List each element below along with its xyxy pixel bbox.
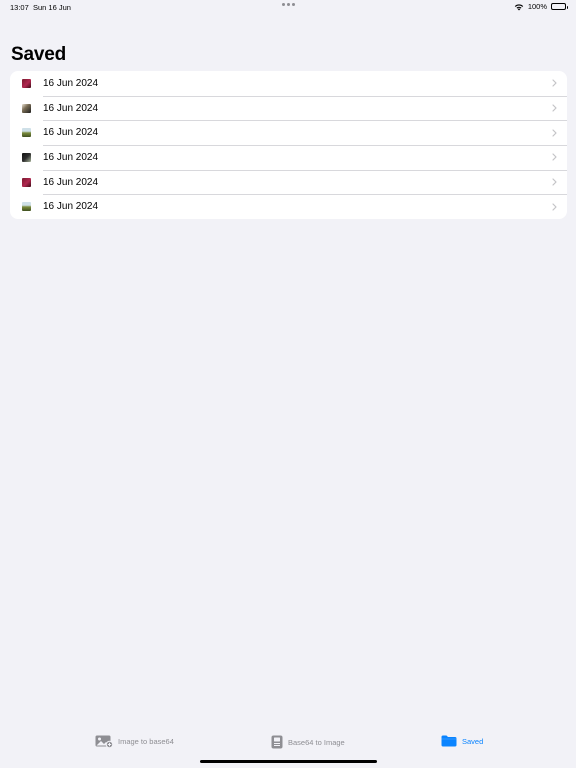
- chevron-right-icon: [548, 129, 560, 137]
- tab-image-to-base64[interactable]: Image to base64: [95, 735, 174, 748]
- status-date: Sun 16 Jun: [33, 3, 71, 12]
- status-time: 13:07: [10, 3, 29, 12]
- image-thumbnail: [22, 202, 31, 212]
- chevron-right-icon: [548, 104, 560, 112]
- image-thumbnail: [22, 78, 31, 88]
- image-thumbnail: [22, 152, 31, 162]
- chevron-right-icon: [548, 203, 560, 211]
- tab-label: Saved: [462, 736, 484, 746]
- list-item-label: 16 Jun 2024: [43, 151, 99, 163]
- image-thumbnail: [22, 103, 31, 113]
- image-thumbnail: [22, 128, 31, 138]
- battery-icon: [551, 3, 568, 10]
- folder-icon: [441, 735, 457, 747]
- status-indicators: 100%: [514, 2, 568, 11]
- list-item[interactable]: 16 Jun 2024: [10, 169, 567, 195]
- home-indicator[interactable]: [200, 760, 377, 763]
- list-item-label: 16 Jun 2024: [43, 127, 99, 139]
- image-thumbnail: [22, 177, 31, 187]
- tab-label: Image to base64: [118, 737, 174, 746]
- chevron-right-icon: [548, 79, 560, 87]
- list-item[interactable]: 16 Jun 2024: [10, 145, 567, 170]
- list-item-label: 16 Jun 2024: [43, 102, 99, 114]
- list-item-label: 16 Jun 2024: [43, 77, 99, 89]
- tab-saved[interactable]: Saved: [441, 735, 483, 747]
- document-icon: [271, 735, 283, 749]
- multitasking-dots-icon[interactable]: [282, 3, 295, 6]
- list-item[interactable]: 16 Jun 2024: [10, 71, 567, 96]
- saved-list: 16 Jun 2024 16 Jun 2024 16 Jun 2024 16 J…: [10, 71, 567, 220]
- tab-label: Base64 to Image: [288, 737, 345, 747]
- chevron-right-icon: [548, 178, 560, 186]
- chevron-right-icon: [548, 153, 560, 162]
- wifi-icon: [514, 3, 524, 11]
- page-title: Saved: [11, 44, 66, 65]
- list-item[interactable]: 16 Jun 2024: [10, 95, 567, 121]
- photo-badge-plus-icon: [95, 735, 113, 748]
- tab-base64-to-image[interactable]: Base64 to Image: [271, 735, 345, 749]
- battery-percentage: 100%: [527, 2, 547, 11]
- list-item[interactable]: 16 Jun 2024: [10, 194, 567, 219]
- status-bar: 13:07 Sun 16 Jun 100%: [0, 0, 576, 14]
- screen: 13:07 Sun 16 Jun 100% Saved 16 Jun 2024: [0, 0, 576, 768]
- list-item-label: 16 Jun 2024: [43, 201, 99, 213]
- list-item[interactable]: 16 Jun 2024: [10, 120, 567, 145]
- list-item-label: 16 Jun 2024: [43, 176, 99, 188]
